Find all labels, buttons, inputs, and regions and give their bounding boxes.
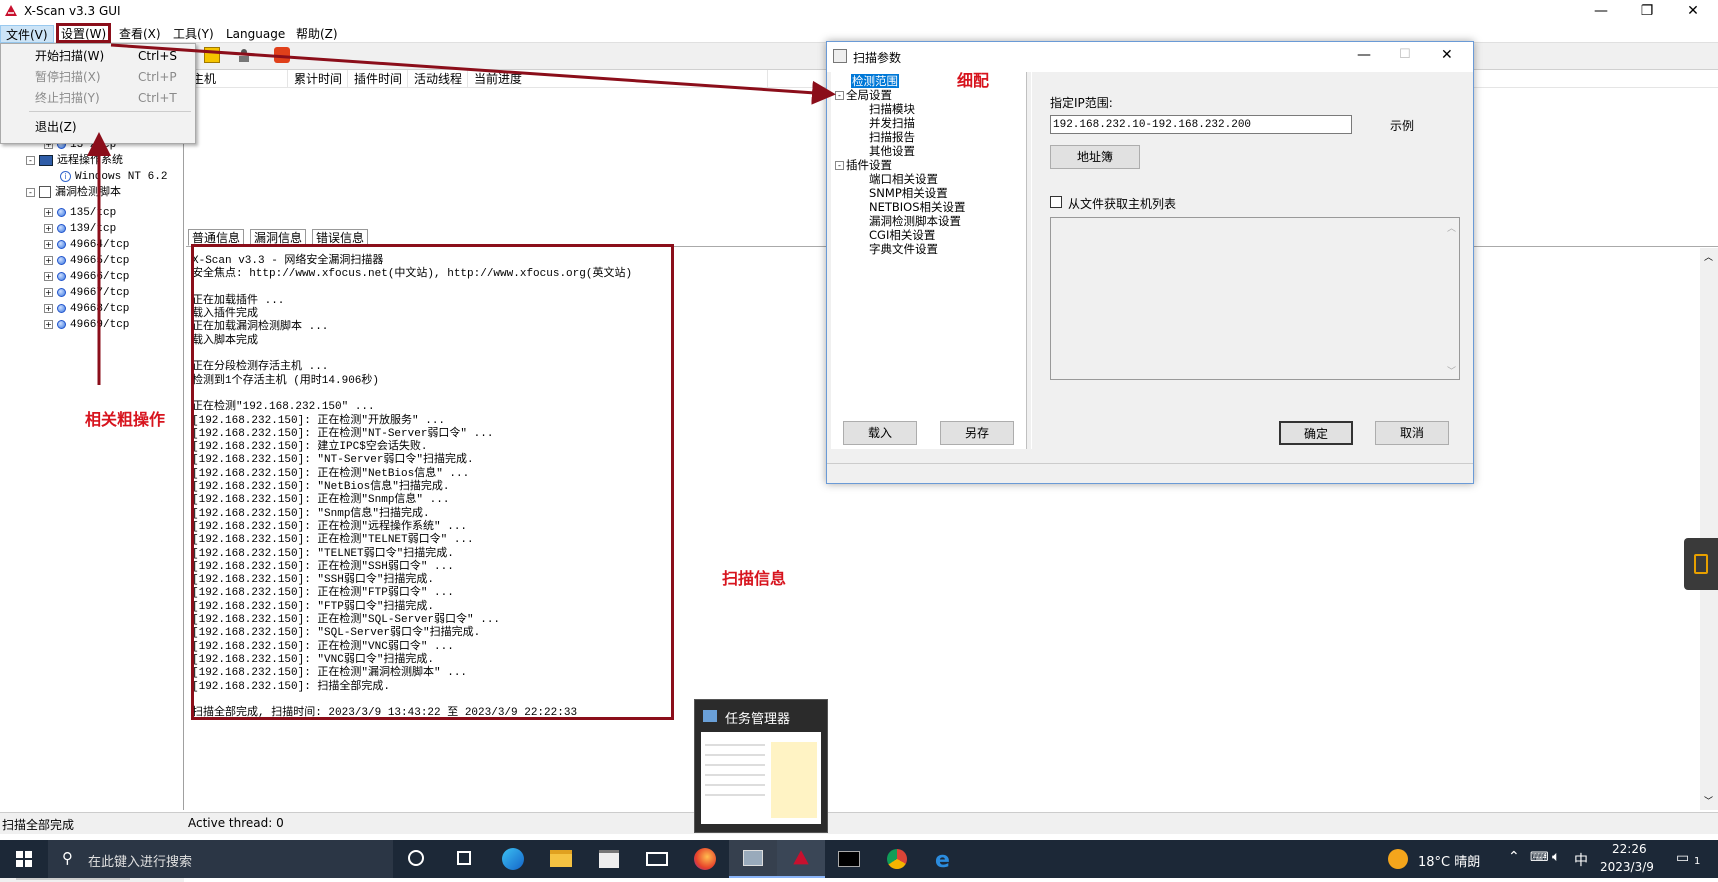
preview-title: 任务管理器 — [725, 712, 791, 727]
store-icon[interactable] — [585, 840, 633, 878]
taskbar-search-box[interactable]: ⚲ 在此键入进行搜索 — [48, 840, 393, 878]
weather-icon[interactable] — [1388, 849, 1408, 869]
ime-indicator[interactable]: 中 — [1574, 850, 1588, 870]
taskbar: ⚲ 在此键入进行搜索 e 18°C 晴朗 ⌃ ⌨ 🔈︎ 中 22:26 2023… — [0, 840, 1718, 878]
search-icon: ⚲ — [62, 849, 73, 867]
start-button[interactable] — [0, 840, 48, 878]
weather-text[interactable]: 18°C 晴朗 — [1418, 851, 1480, 870]
file-explorer-icon[interactable] — [537, 840, 585, 878]
task-manager-taskbar-icon[interactable] — [729, 840, 777, 878]
task-manager-preview[interactable]: 任务管理器 — [694, 699, 828, 833]
clock-time[interactable]: 22:26 — [1612, 842, 1647, 856]
notification-icon[interactable]: ▭ — [1676, 850, 1689, 866]
mail-icon[interactable] — [633, 840, 681, 878]
windows-icon — [16, 851, 32, 867]
clock-date[interactable]: 2023/3/9 — [1600, 860, 1654, 874]
network-icon[interactable]: ⌨ — [1530, 850, 1549, 865]
search-placeholder: 在此键入进行搜索 — [88, 855, 193, 870]
annotation-arrows — [87, 43, 836, 385]
task-manager-icon — [703, 710, 717, 722]
annotation-coarse-ops: 相关粗操作 — [85, 410, 166, 429]
task-view-icon[interactable] — [441, 840, 489, 878]
preview-thumbnail — [701, 732, 821, 824]
annotation-fine-config: 细配 — [957, 71, 990, 90]
annotation-scan-info: 扫描信息 — [722, 569, 787, 588]
chevron-up-icon[interactable]: ⌃ — [1508, 849, 1520, 865]
volume-icon[interactable]: 🔈︎ — [1552, 849, 1560, 865]
usb-drive-icon[interactable] — [1684, 538, 1718, 590]
xscan-taskbar-icon[interactable] — [777, 840, 825, 878]
cortana-icon[interactable] — [393, 840, 441, 878]
firefox-icon[interactable] — [681, 840, 729, 878]
edge-icon[interactable] — [489, 840, 537, 878]
notification-count: 1 — [1694, 856, 1701, 867]
chrome-icon[interactable] — [873, 840, 921, 878]
terminal-icon[interactable] — [825, 840, 873, 878]
ie-icon[interactable]: e — [921, 840, 969, 878]
